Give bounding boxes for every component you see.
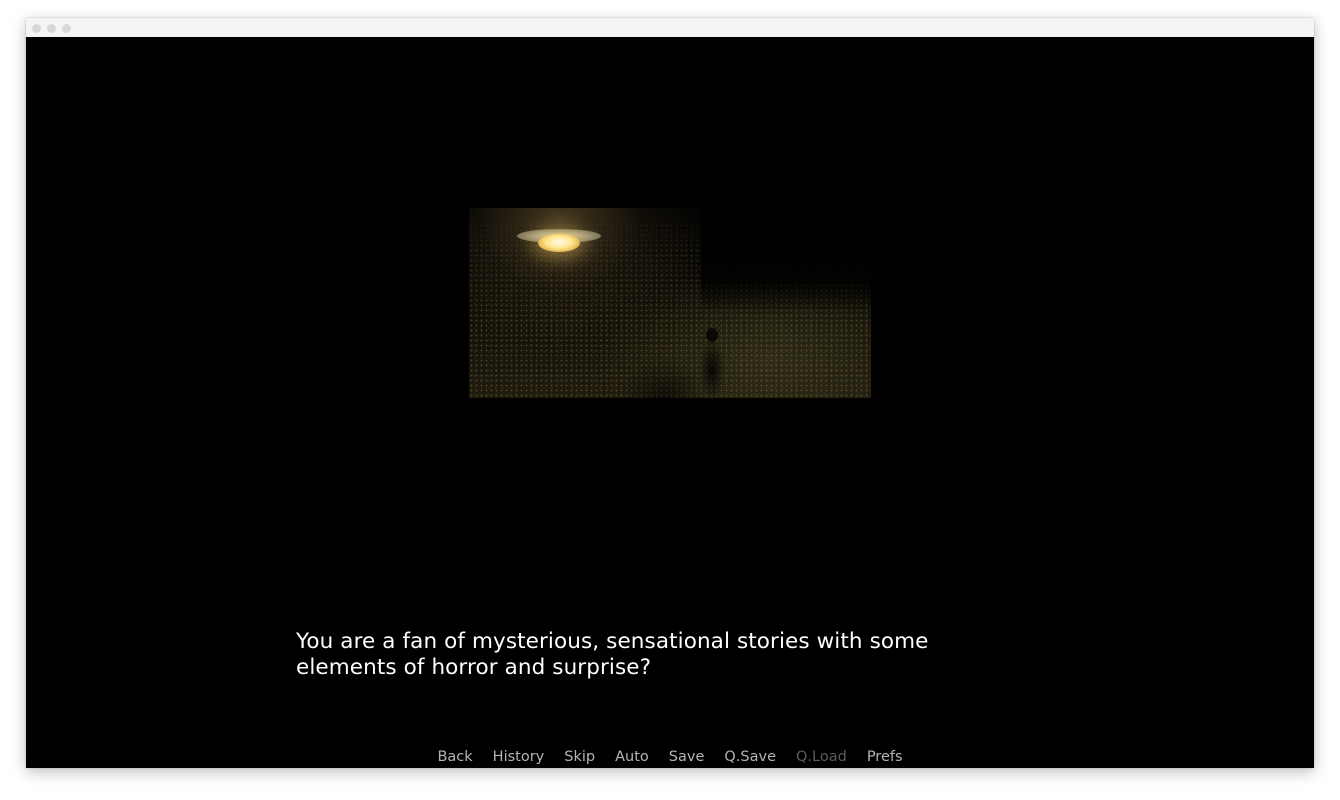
dialogue-text[interactable]: You are a fan of mysterious, sensational… (296, 629, 996, 681)
scene-image (469, 208, 871, 398)
history-button[interactable]: History (483, 747, 555, 767)
quick-save-button[interactable]: Q.Save (714, 747, 786, 767)
dialogue-line-1: You are a fan of mysterious, sensational… (296, 629, 929, 654)
silhouette-head (706, 328, 718, 342)
ground-shadow (619, 358, 709, 398)
window-minimize-button[interactable] (47, 24, 56, 33)
window-maximize-button[interactable] (62, 24, 71, 33)
save-button[interactable]: Save (659, 747, 715, 767)
game-screen[interactable]: You are a fan of mysterious, sensational… (26, 37, 1314, 768)
app-window: You are a fan of mysterious, sensational… (26, 18, 1314, 768)
quick-menu: Back History Skip Auto Save Q.Save Q.Loa… (26, 747, 1314, 767)
silhouette-figure (699, 336, 725, 398)
auto-button[interactable]: Auto (605, 747, 659, 767)
skip-button[interactable]: Skip (554, 747, 605, 767)
prefs-button[interactable]: Prefs (857, 747, 913, 767)
back-button[interactable]: Back (427, 747, 482, 767)
scene-shadow (701, 208, 871, 313)
dialogue-line-2: elements of horror and surprise? (296, 655, 652, 680)
window-close-button[interactable] (32, 24, 41, 33)
lamp-light (538, 234, 580, 252)
window-titlebar (26, 18, 1314, 38)
quick-load-button: Q.Load (796, 749, 847, 765)
